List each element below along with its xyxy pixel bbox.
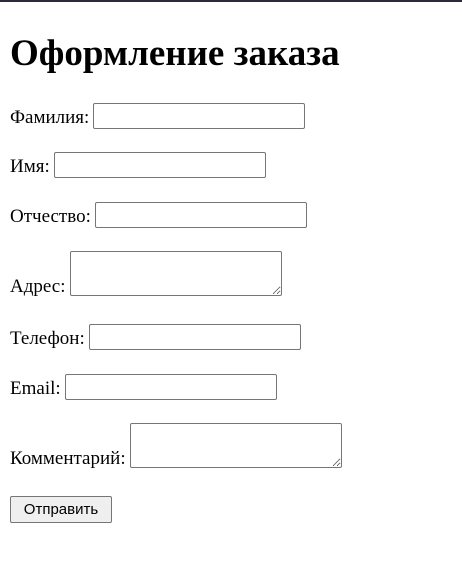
firstname-label: Имя:: [10, 156, 50, 177]
patronymic-input[interactable]: [94, 202, 307, 228]
field-row-comment: Комментарий:: [10, 423, 342, 470]
phone-input[interactable]: [88, 324, 301, 350]
firstname-input[interactable]: [53, 152, 266, 178]
top-border-line: [0, 0, 462, 2]
address-label: Адрес:: [10, 276, 66, 297]
email-label: Email:: [10, 378, 61, 399]
comment-label: Комментарий:: [10, 448, 126, 469]
comment-textarea[interactable]: [129, 423, 342, 468]
field-row-phone: Телефон:: [10, 324, 301, 350]
patronymic-label: Отчество:: [10, 206, 91, 227]
email-input[interactable]: [64, 374, 277, 400]
address-textarea[interactable]: [69, 251, 282, 296]
lastname-label: Фамилия:: [10, 107, 90, 128]
page-title: Оформление заказа: [10, 33, 340, 74]
submit-button[interactable]: Отправить: [10, 496, 112, 523]
field-row-email: Email:: [10, 374, 277, 400]
phone-label: Телефон:: [10, 328, 85, 349]
field-row-firstname: Имя:: [10, 152, 266, 178]
field-row-patronymic: Отчество:: [10, 202, 307, 228]
field-row-lastname: Фамилия:: [10, 103, 306, 129]
field-row-address: Адрес:: [10, 251, 282, 298]
lastname-input[interactable]: [93, 103, 306, 129]
